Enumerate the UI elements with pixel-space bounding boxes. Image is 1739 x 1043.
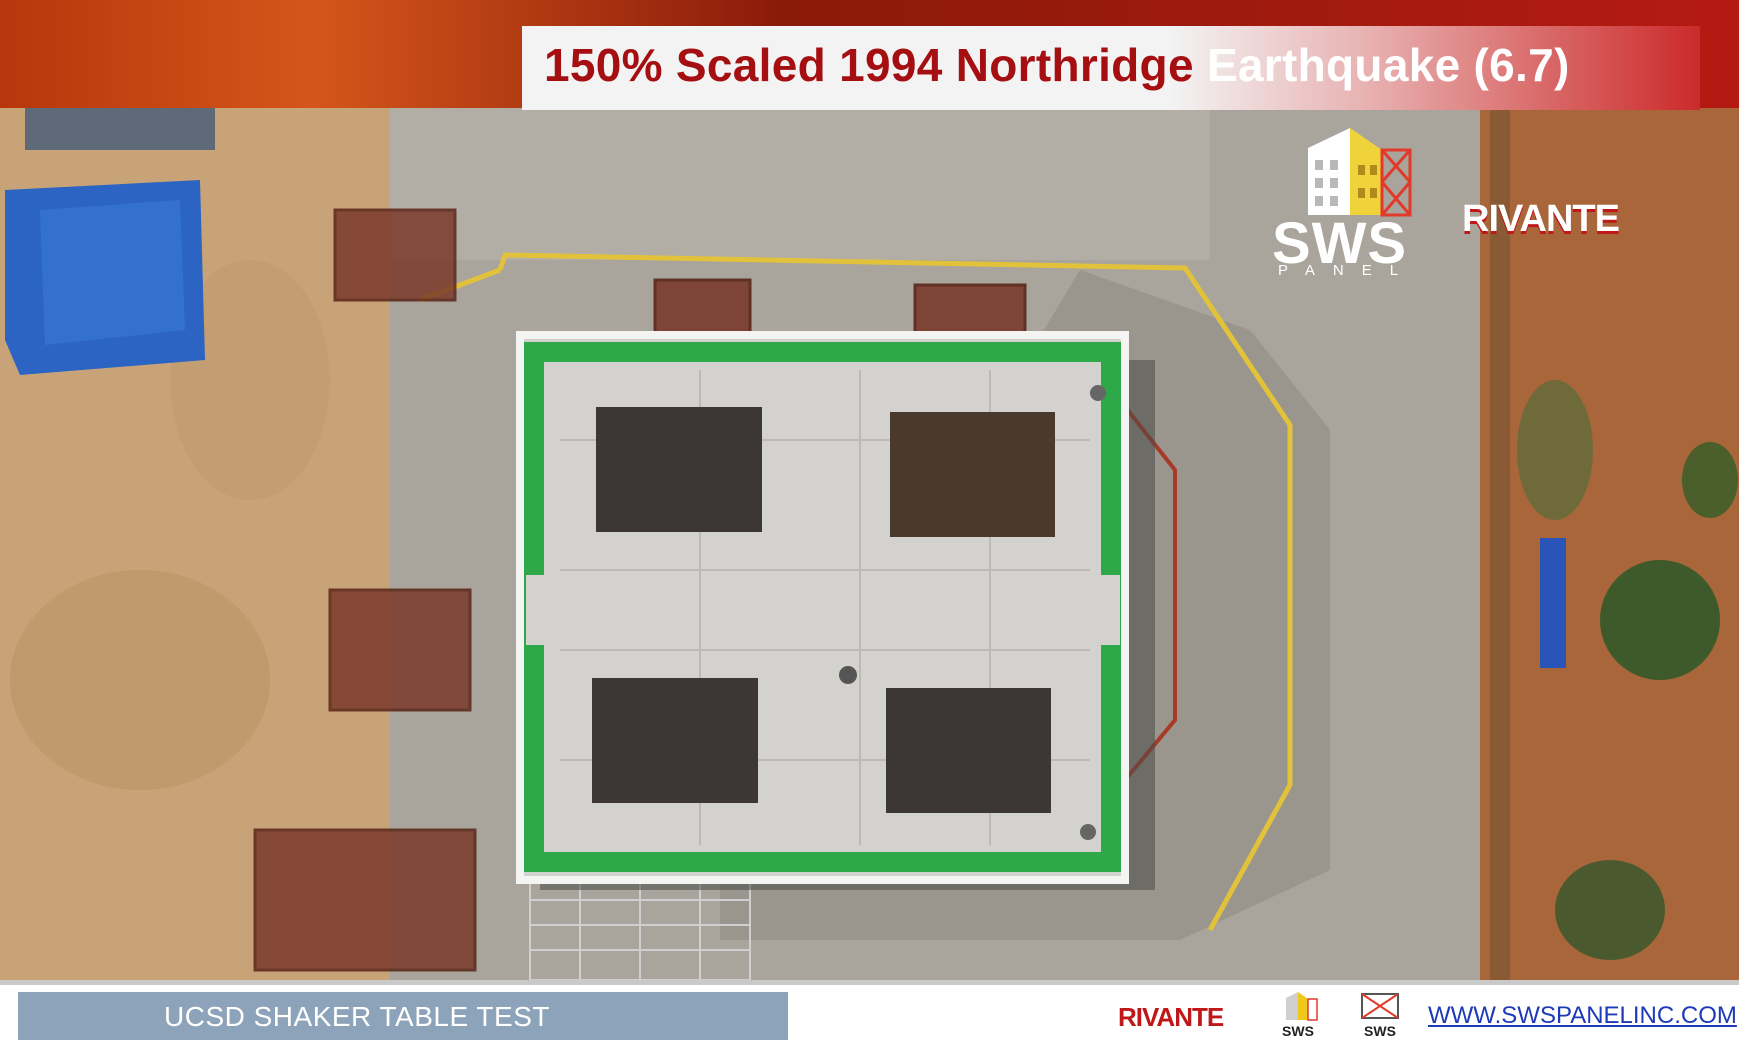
- sws-logo-subtext: PANEL: [1278, 262, 1417, 279]
- footer-sws-truss-logo-icon: SWS: [1354, 990, 1406, 1040]
- title-part-red: 150% Scaled 1994 Northridge: [544, 39, 1194, 91]
- caption-box: UCSD SHAKER TABLE TEST: [18, 992, 788, 1040]
- svg-text:SWS: SWS: [1282, 1023, 1314, 1039]
- title-part-white: Earthquake (6.7): [1206, 39, 1570, 91]
- footer-rivante-logo: RIVANTE: [1118, 1002, 1224, 1032]
- video-title: 150% Scaled 1994 Northridge Earthquake (…: [544, 38, 1570, 92]
- footer-bar: UCSD SHAKER TABLE TEST RIVANTE SWS SWS W…: [0, 980, 1739, 1043]
- caption-text: UCSD SHAKER TABLE TEST: [164, 1001, 550, 1032]
- footer-divider: [0, 980, 1739, 985]
- website-link[interactable]: WWW.SWSPANELINC.COM: [1428, 1002, 1737, 1030]
- title-banner: 150% Scaled 1994 Northridge Earthquake (…: [522, 26, 1700, 110]
- video-frame: 150% Scaled 1994 Northridge Earthquake (…: [0, 0, 1739, 1043]
- rivante-logo: RIVANTE: [1462, 198, 1620, 240]
- footer-sws-panel-logo-icon: SWS: [1272, 990, 1324, 1040]
- svg-text:SWS: SWS: [1364, 1023, 1396, 1039]
- aerial-photo: [0, 0, 1739, 980]
